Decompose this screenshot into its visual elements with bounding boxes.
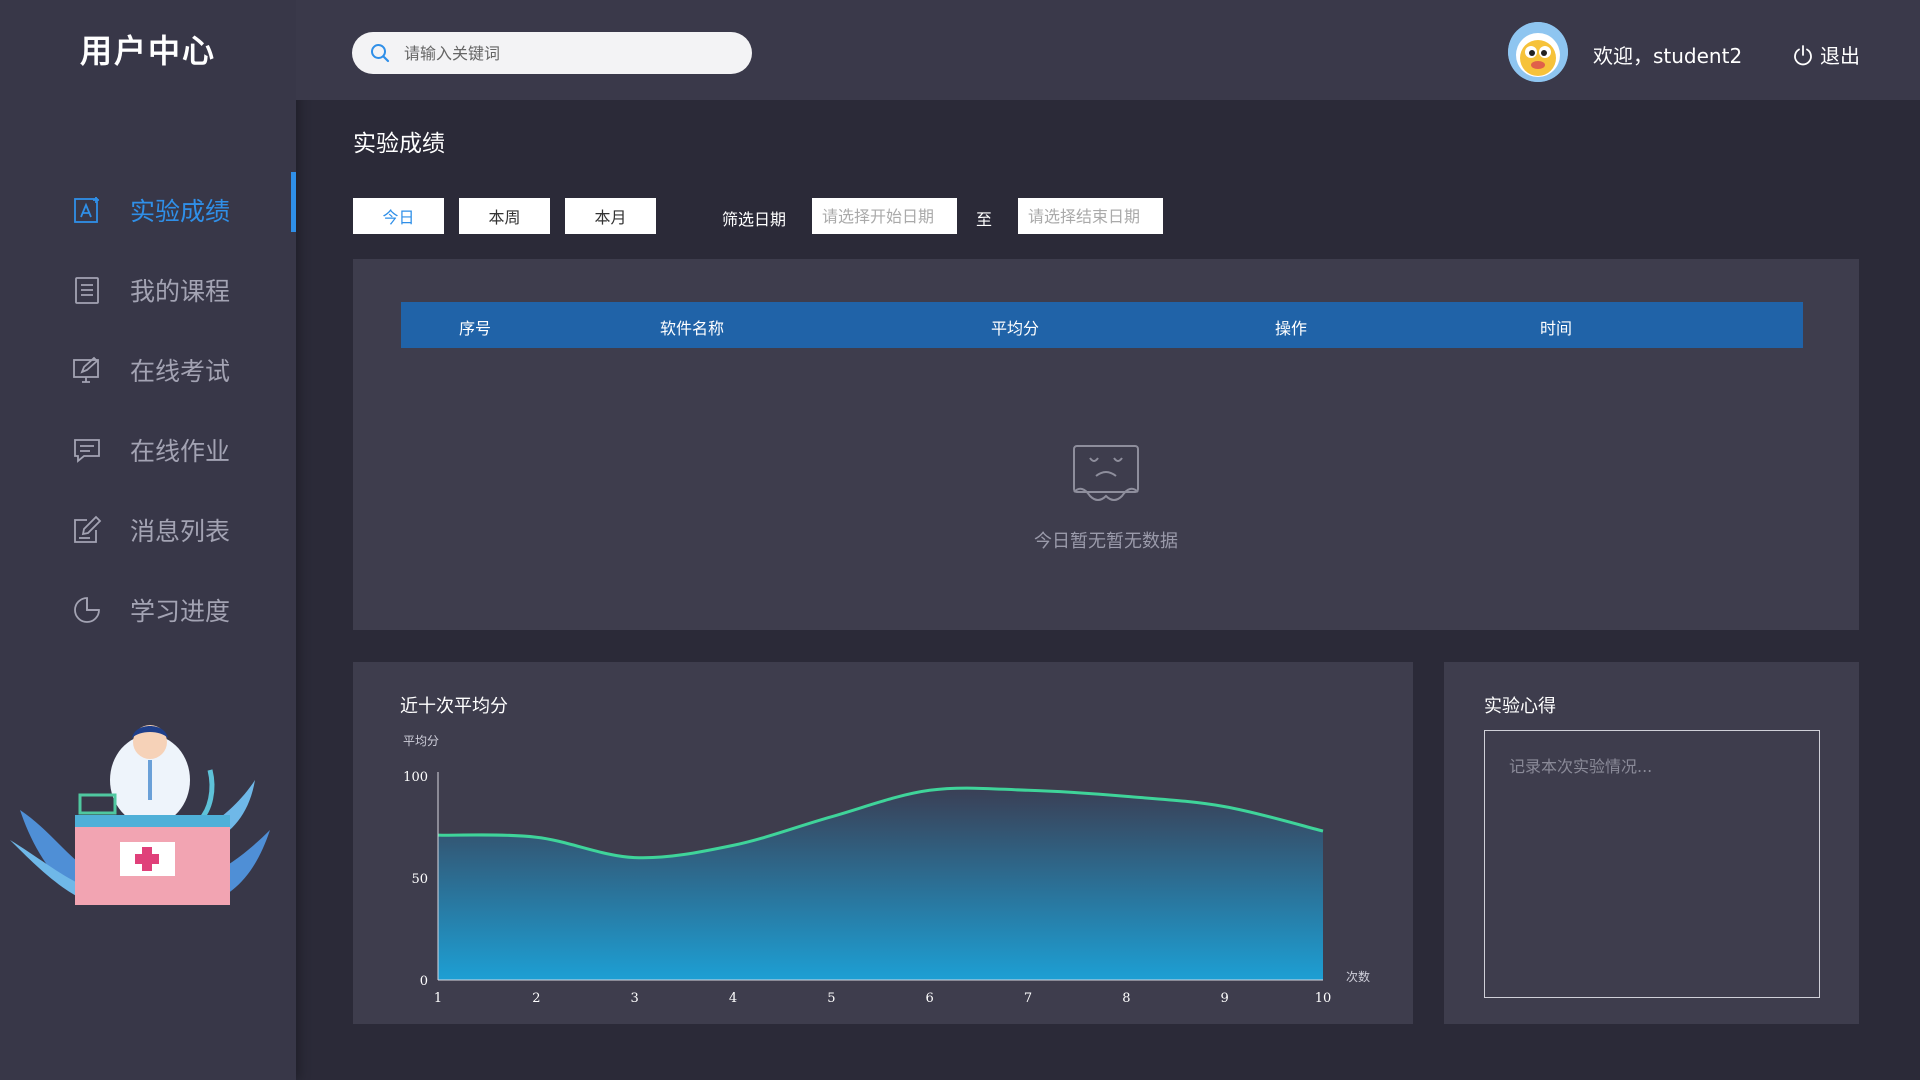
x-tick-label: 1 — [434, 991, 442, 1006]
sidebar-item-label: 我的课程 — [130, 277, 231, 306]
sidebar-item-messages[interactable]: 消息列表 — [0, 490, 296, 570]
average-chart-panel: 近十次平均分 0 50 100 1 2 3 4 5 6 7 8 9 10 平均分 次数 — [353, 662, 1413, 1024]
avatar[interactable] — [1508, 22, 1568, 82]
experience-notes-panel: 实验心得 — [1444, 662, 1859, 1024]
x-tick-label: 4 — [729, 991, 737, 1006]
filter-today-button[interactable]: 今日 — [353, 198, 444, 234]
y-tick-label: 50 — [411, 872, 428, 887]
logout-label: 退出 — [1820, 44, 1860, 68]
x-tick-label: 10 — [1315, 991, 1332, 1006]
y-axis-label: 平均分 — [403, 734, 439, 748]
document-list-icon — [72, 275, 102, 305]
sidebar-nav: 实验成绩 我的课程 在线考试 在线作业 消息列表 学习进度 — [0, 170, 296, 650]
search-icon — [371, 44, 390, 63]
column-header-index: 序号 — [459, 319, 492, 338]
y-tick-label: 100 — [403, 770, 428, 785]
chat-bubble-icon — [72, 435, 102, 465]
x-tick-label: 2 — [532, 991, 540, 1006]
top-header: 欢迎，student2 退出 — [296, 0, 1920, 100]
x-tick-label: 8 — [1122, 991, 1130, 1006]
date-filter-label: 筛选日期 — [722, 210, 787, 229]
edit-note-icon — [72, 515, 102, 545]
x-tick-label: 6 — [926, 991, 934, 1006]
page-title: 实验成绩 — [353, 131, 445, 157]
x-axis-label: 次数 — [1346, 969, 1370, 984]
y-tick-label: 0 — [420, 974, 428, 989]
pie-chart-icon — [72, 595, 102, 625]
sidebar-item-experiment-score[interactable]: 实验成绩 — [0, 170, 296, 250]
monitor-edit-icon — [72, 355, 102, 385]
x-tick-label: 7 — [1024, 991, 1032, 1006]
empty-data-icon — [1073, 445, 1139, 501]
sidebar: 用户中心 实验成绩 我的课程 在线考试 在线作业 消息列表 学习进度 — [0, 0, 296, 1080]
column-header-average: 平均分 — [991, 319, 1040, 338]
sidebar-item-label: 学习进度 — [130, 597, 231, 626]
empty-data-text: 今日暂无暂无数据 — [1034, 531, 1178, 552]
x-tick-label: 3 — [631, 991, 639, 1006]
date-separator: 至 — [976, 210, 993, 229]
experiment-score-icon — [72, 195, 102, 225]
sidebar-item-label: 在线作业 — [130, 437, 231, 466]
filter-week-button[interactable]: 本周 — [459, 198, 550, 234]
sidebar-item-online-homework[interactable]: 在线作业 — [0, 410, 296, 490]
column-header-time: 时间 — [1540, 319, 1573, 338]
notes-title: 实验心得 — [1484, 696, 1556, 717]
doctor-illustration — [10, 725, 270, 905]
x-tick-label: 9 — [1221, 991, 1229, 1006]
sidebar-item-label: 消息列表 — [130, 517, 231, 546]
column-header-software: 软件名称 — [660, 319, 725, 338]
chart-area — [438, 788, 1323, 980]
app-title: 用户中心 — [79, 32, 216, 70]
sidebar-item-label: 在线考试 — [130, 357, 231, 386]
welcome-text: 欢迎，student2 — [1593, 44, 1743, 68]
power-icon — [1794, 44, 1812, 65]
search-bar[interactable] — [352, 32, 752, 74]
average-score-chart: 0 50 100 1 2 3 4 5 6 7 8 9 10 平均分次数 — [403, 734, 1370, 1006]
end-date-input[interactable] — [1018, 198, 1163, 234]
search-input[interactable] — [404, 43, 724, 63]
sidebar-item-label: 实验成绩 — [130, 197, 231, 226]
x-tick-label: 5 — [827, 991, 835, 1006]
filter-month-button[interactable]: 本月 — [565, 198, 656, 234]
start-date-input[interactable] — [812, 198, 957, 234]
table-header: 序号 软件名称 平均分 操作 时间 — [401, 302, 1803, 348]
sidebar-item-progress[interactable]: 学习进度 — [0, 570, 296, 650]
logout-button[interactable]: 退出 — [1792, 40, 1860, 69]
notes-textarea[interactable] — [1484, 730, 1820, 998]
score-table-panel: 序号 软件名称 平均分 操作 时间 今日暂无暂无数据 — [353, 259, 1859, 630]
sidebar-item-online-exam[interactable]: 在线考试 — [0, 330, 296, 410]
column-header-action: 操作 — [1275, 319, 1308, 338]
sidebar-item-my-courses[interactable]: 我的课程 — [0, 250, 296, 330]
